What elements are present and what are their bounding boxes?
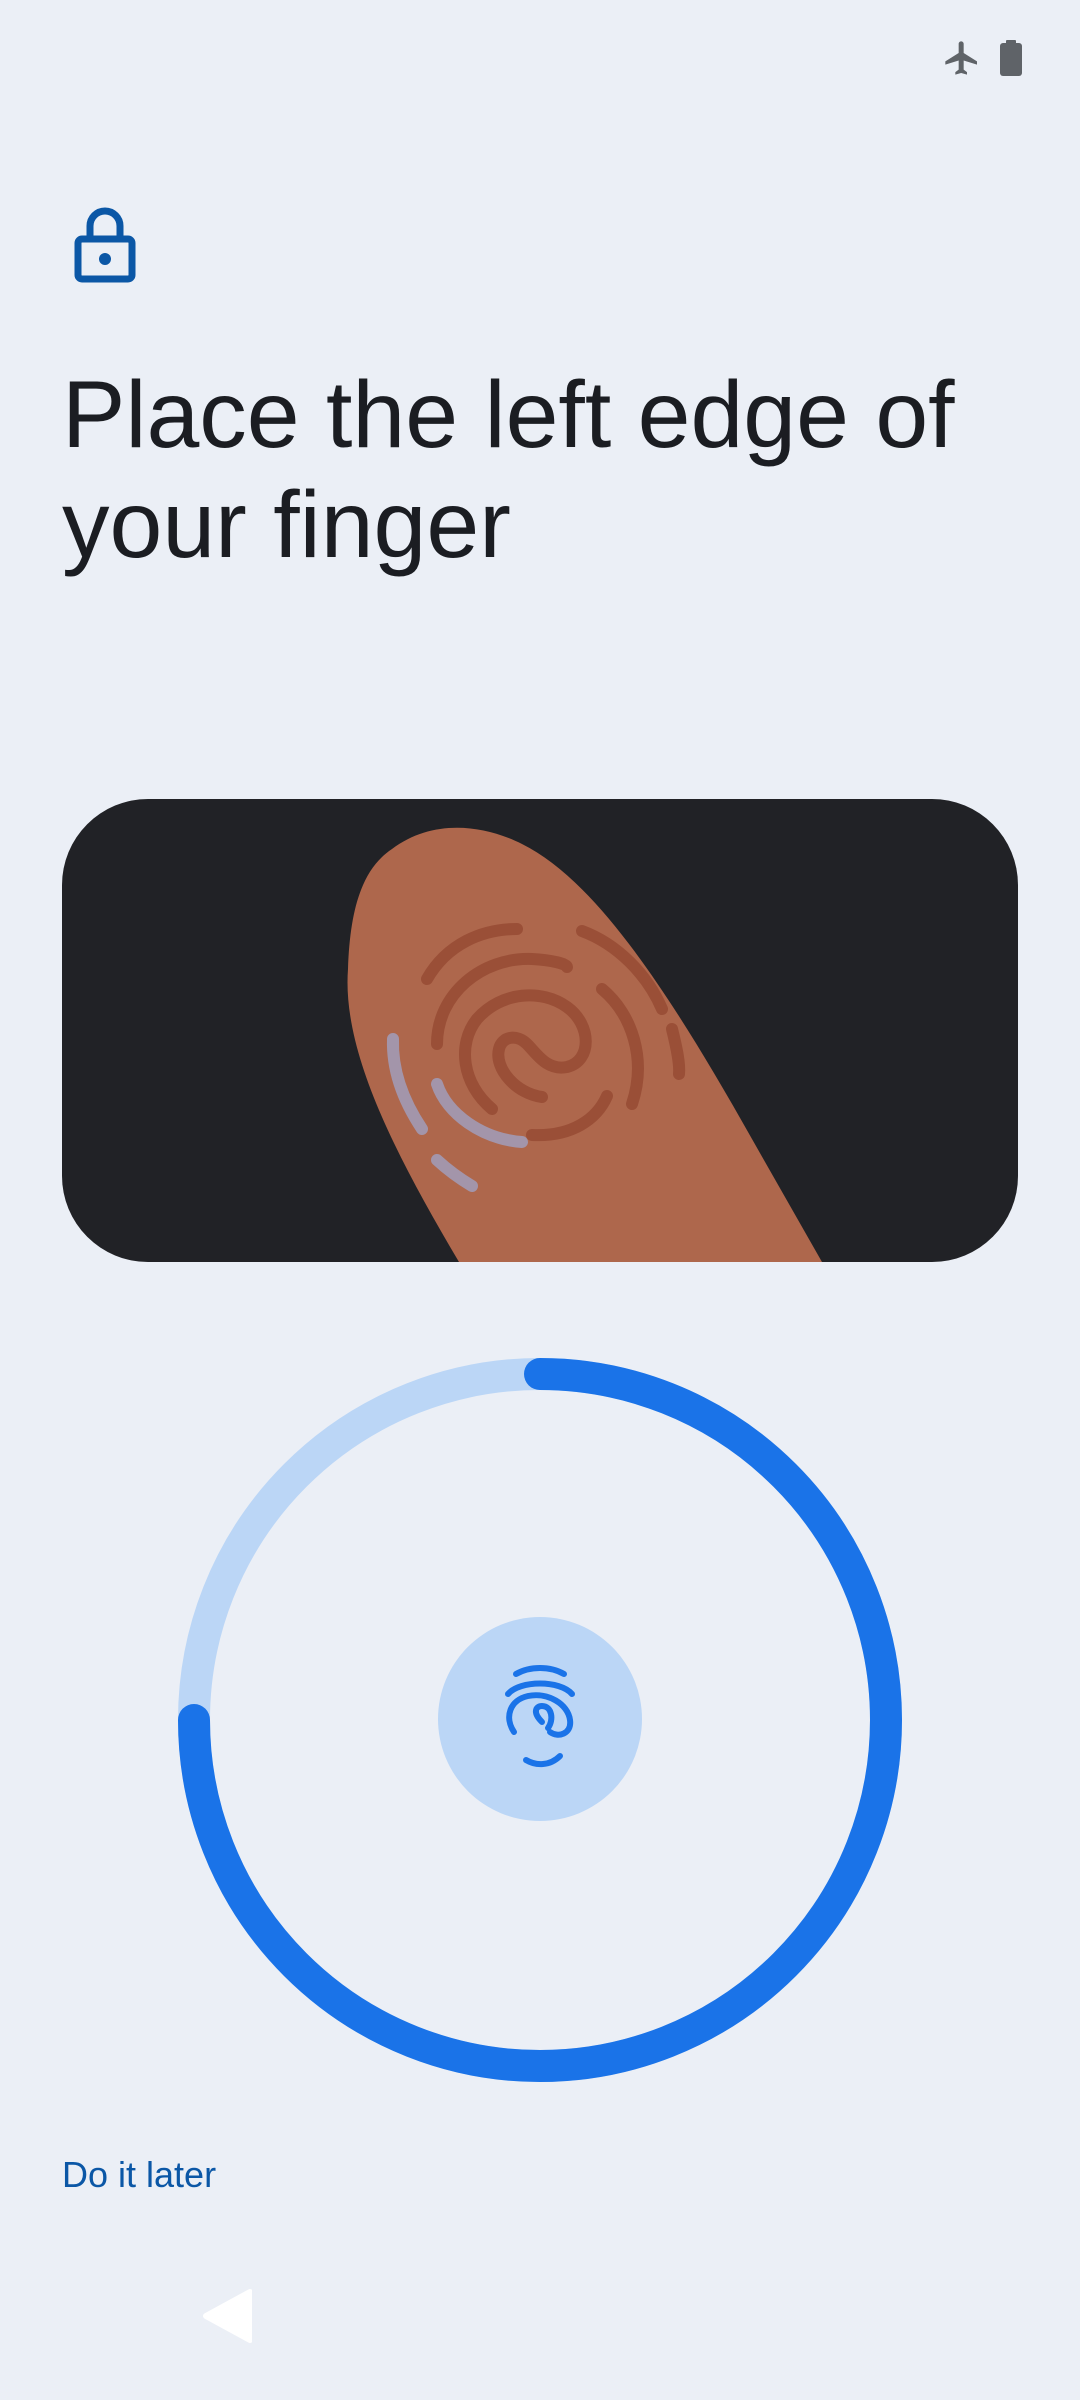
back-triangle-icon[interactable] — [200, 2288, 253, 2344]
status-bar — [0, 0, 1080, 120]
status-icons — [942, 38, 1022, 83]
fingertip-illustration — [62, 799, 1018, 1262]
airplane-mode-icon — [942, 38, 982, 83]
do-it-later-button[interactable]: Do it later — [62, 2154, 216, 2196]
fingerprint-icon — [502, 1662, 578, 1777]
page-title: Place the left edge of your finger — [62, 362, 955, 578]
battery-icon — [1000, 40, 1022, 81]
navigation-bar — [0, 2280, 1080, 2400]
lock-icon — [72, 204, 138, 284]
fingerprint-sensor-button[interactable] — [438, 1617, 642, 1821]
